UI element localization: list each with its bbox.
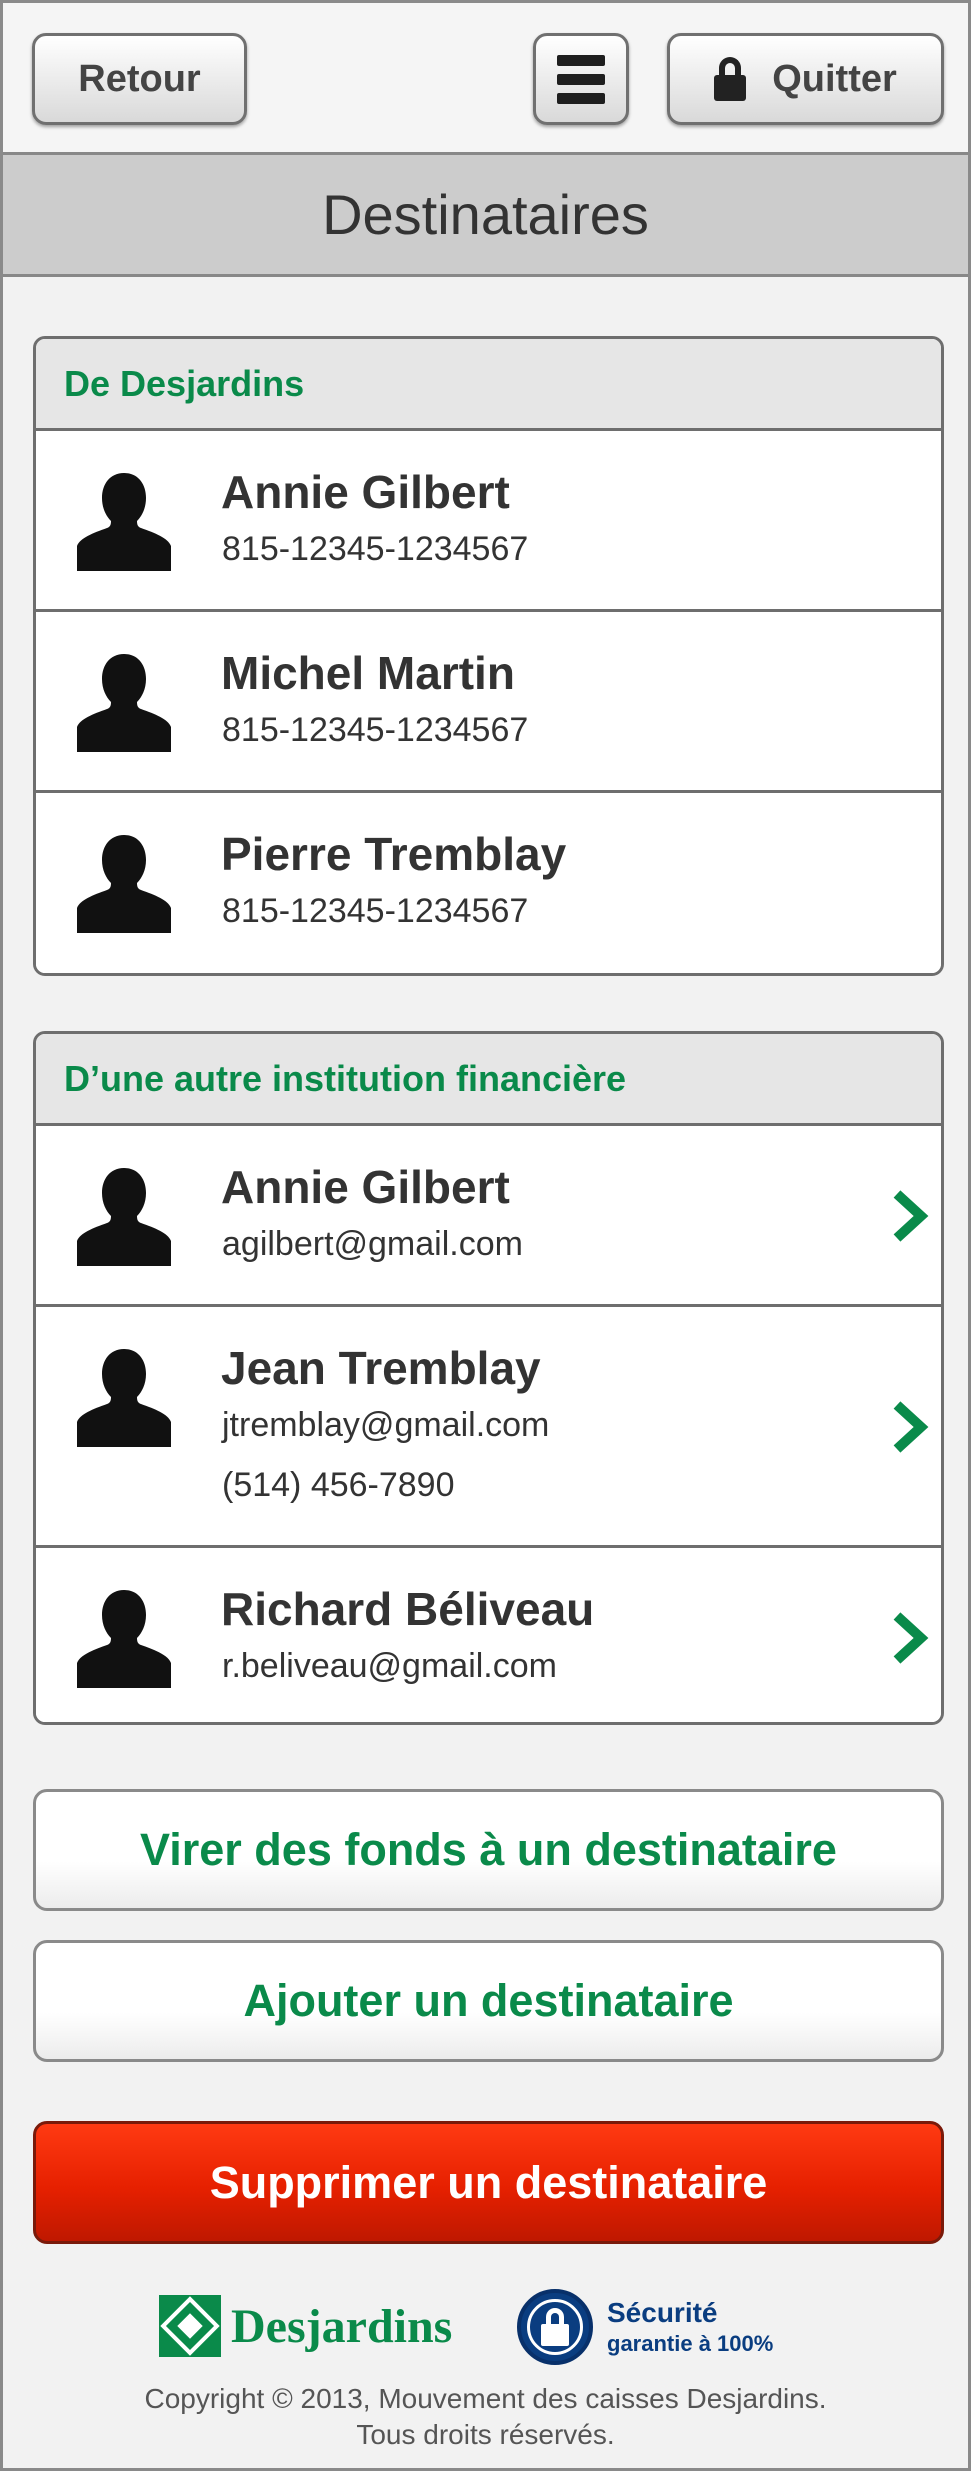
add-recipient-button[interactable]: Ajouter un destinataire (33, 1940, 944, 2062)
recipient-name: Annie Gilbert (221, 466, 510, 518)
recipient-email: r.beliveau@gmail.com (222, 1647, 557, 1685)
delete-recipient-button[interactable]: Supprimer un destinataire (33, 2121, 944, 2244)
security-title: Sécurité (607, 2297, 718, 2328)
recipient-email: jtremblay@gmail.com (222, 1406, 550, 1444)
desjardins-logo-icon (159, 2295, 221, 2357)
recipient-name: Richard Béliveau (221, 1583, 595, 1635)
recipient-account: 815-12345-1234567 (222, 892, 529, 930)
copyright-notice: Copyright © 2013, Mouvement des caisses … (3, 2381, 968, 2453)
menu-button[interactable] (533, 33, 629, 125)
section-desjardins: De Desjardins Annie Gilbert 815-12345-12… (33, 336, 944, 976)
recipient-email: agilbert@gmail.com (222, 1225, 523, 1263)
recipient-phone: (514) 456-7890 (222, 1466, 455, 1504)
security-subtitle: garantie à 100% (607, 2331, 774, 2356)
hamburger-menu-icon-bar (557, 92, 605, 104)
person-icon (74, 650, 174, 752)
copyright-line: Copyright © 2013, Mouvement des caisses … (144, 2383, 827, 2414)
recipient-row[interactable]: Richard Béliveau r.beliveau@gmail.com (36, 1548, 941, 1722)
quit-button[interactable]: Quitter (667, 33, 944, 125)
recipient-row[interactable]: Annie Gilbert 815-12345-1234567 (36, 431, 941, 612)
person-icon (74, 1586, 174, 1688)
back-button-label: Retour (78, 57, 201, 100)
recipient-row[interactable]: Pierre Tremblay 815-12345-1234567 (36, 793, 941, 973)
brand-name: Desjardins (231, 2299, 453, 2353)
chevron-right-icon[interactable] (889, 1610, 933, 1666)
section-header: D’une autre institution financière (36, 1034, 941, 1126)
page-title: Destinataires (3, 155, 968, 277)
person-icon (74, 469, 174, 571)
top-bar: Retour Quitter (3, 3, 968, 155)
recipient-account: 815-12345-1234567 (222, 530, 529, 568)
app-frame: Retour Quitter Destinataires De Desjardi… (0, 0, 971, 2471)
recipient-row[interactable]: Annie Gilbert agilbert@gmail.com (36, 1126, 941, 1307)
lock-icon (714, 57, 747, 101)
recipient-row[interactable]: Jean Tremblay jtremblay@gmail.com (514) … (36, 1307, 941, 1548)
desjardins-logo: Desjardins (159, 2293, 452, 2359)
back-button[interactable]: Retour (32, 33, 247, 125)
recipient-name: Jean Tremblay (221, 1342, 541, 1394)
hamburger-menu-icon-bar (557, 73, 605, 85)
section-header: De Desjardins (36, 339, 941, 431)
hamburger-menu-icon (557, 54, 605, 66)
transfer-funds-button[interactable]: Virer des fonds à un destinataire (33, 1789, 944, 1911)
recipient-name: Pierre Tremblay (221, 828, 567, 880)
person-icon (74, 1345, 174, 1447)
recipient-account: 815-12345-1234567 (222, 711, 529, 749)
recipient-row[interactable]: Michel Martin 815-12345-1234567 (36, 612, 941, 793)
section-other-institution: D’une autre institution financière Annie… (33, 1031, 944, 1725)
copyright-line: Tous droits réservés. (356, 2419, 615, 2450)
security-seal-icon (517, 2289, 593, 2365)
person-icon (74, 831, 174, 933)
chevron-right-icon[interactable] (889, 1399, 933, 1455)
chevron-right-icon[interactable] (889, 1188, 933, 1244)
security-guarantee: Sécurité garantie à 100% (607, 2297, 773, 2357)
quit-button-label: Quitter (772, 57, 897, 100)
recipient-name: Annie Gilbert (221, 1161, 510, 1213)
recipient-name: Michel Martin (221, 647, 515, 699)
person-icon (74, 1164, 174, 1266)
